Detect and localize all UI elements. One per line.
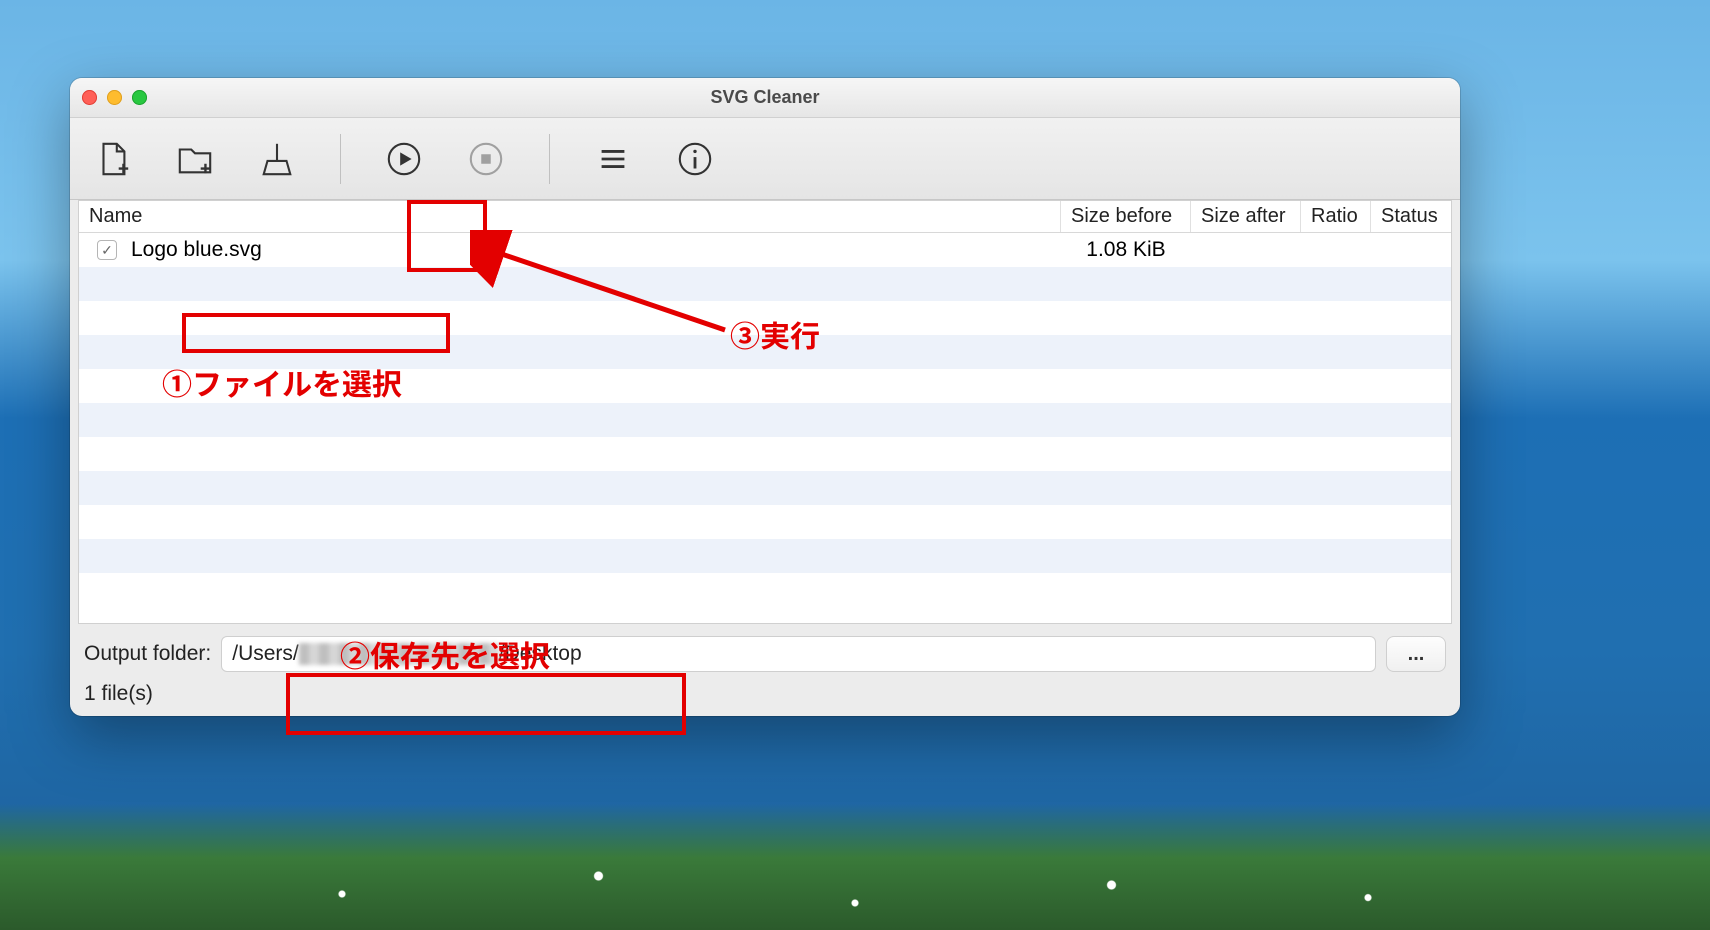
column-header-name[interactable]: Name	[79, 201, 1061, 232]
output-path-prefix: /Users/	[232, 642, 299, 666]
toolbar	[70, 118, 1460, 200]
stop-icon	[467, 140, 505, 178]
output-folder-row: Output folder: /Users/ /Desktop ...	[70, 624, 1460, 678]
output-folder-input[interactable]: /Users/ /Desktop	[221, 636, 1376, 672]
file-name: Logo blue.svg	[131, 238, 262, 262]
clean-button[interactable]	[252, 134, 302, 184]
add-file-button[interactable]	[88, 134, 138, 184]
file-list-header: Name Size before Size after Ratio Status	[79, 201, 1451, 233]
column-header-size-after[interactable]: Size after	[1191, 201, 1301, 232]
output-path-redacted	[299, 643, 499, 665]
table-row	[79, 335, 1451, 369]
info-button[interactable]	[670, 134, 720, 184]
table-row	[79, 471, 1451, 505]
browse-button[interactable]: ...	[1386, 636, 1446, 672]
table-row	[79, 539, 1451, 573]
row-checkbox[interactable]: ✓	[97, 240, 117, 260]
broom-icon	[258, 140, 296, 178]
menu-icon	[594, 140, 632, 178]
table-row	[79, 403, 1451, 437]
folder-plus-icon	[176, 140, 214, 178]
size-before-cell: 1.08 KiB	[1061, 238, 1191, 262]
column-header-ratio[interactable]: Ratio	[1301, 201, 1371, 232]
output-folder-label: Output folder:	[84, 642, 211, 666]
run-button[interactable]	[379, 134, 429, 184]
stop-button[interactable]	[461, 134, 511, 184]
table-row	[79, 369, 1451, 403]
zoom-window-button[interactable]	[132, 90, 147, 105]
close-window-button[interactable]	[82, 90, 97, 105]
status-bar: 1 file(s)	[70, 678, 1460, 716]
table-row	[79, 437, 1451, 471]
toolbar-separator	[340, 134, 341, 184]
file-list: Name Size before Size after Ratio Status…	[78, 200, 1452, 624]
table-row	[79, 301, 1451, 335]
table-row	[79, 505, 1451, 539]
toolbar-separator	[549, 134, 550, 184]
play-icon	[385, 140, 423, 178]
file-list-rows: ✓ Logo blue.svg 1.08 KiB	[79, 233, 1451, 623]
app-window: SVG Cleaner	[70, 78, 1460, 716]
table-row[interactable]: ✓ Logo blue.svg 1.08 KiB	[79, 233, 1451, 267]
window-controls	[82, 90, 147, 105]
output-path-suffix: /Desktop	[499, 642, 582, 666]
column-header-size-before[interactable]: Size before	[1061, 201, 1191, 232]
window-title: SVG Cleaner	[70, 87, 1460, 108]
menu-button[interactable]	[588, 134, 638, 184]
column-header-status[interactable]: Status	[1371, 201, 1451, 232]
minimize-window-button[interactable]	[107, 90, 122, 105]
file-plus-icon	[94, 140, 132, 178]
info-icon	[676, 140, 714, 178]
add-folder-button[interactable]	[170, 134, 220, 184]
titlebar: SVG Cleaner	[70, 78, 1460, 118]
table-row	[79, 267, 1451, 301]
desktop-background-foliage	[0, 750, 1710, 930]
